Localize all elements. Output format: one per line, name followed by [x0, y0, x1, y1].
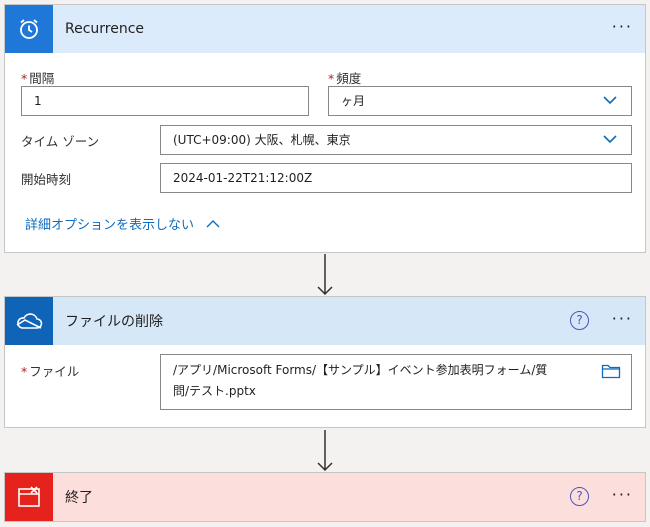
terminate-card: 終了 ? ··· [4, 472, 646, 522]
file-label: * ファイル [21, 364, 80, 379]
delete-file-card: ファイルの削除 ? ··· * ファイル /アプリ/Microsoft Forms… [4, 296, 646, 428]
hide-advanced-options-link[interactable]: 詳細オプションを表示しない [25, 214, 220, 233]
recurrence-title: Recurrence [65, 21, 145, 37]
start-time-input[interactable]: 2024-01-22T21:12:00Z [160, 163, 632, 193]
help-icon[interactable]: ? [570, 487, 589, 506]
recurrence-header[interactable]: Recurrence ··· [5, 5, 645, 53]
onedrive-cloud-icon [5, 297, 53, 345]
file-path-line: /アプリ/Microsoft Forms/【サンプル】イベント参加表明フォーム/… [173, 363, 548, 377]
more-options-button[interactable]: ··· [612, 487, 633, 503]
timezone-label: タイム ゾーン [21, 134, 100, 149]
chevron-up-icon [206, 220, 220, 228]
file-input[interactable]: /アプリ/Microsoft Forms/【サンプル】イベント参加表明フォーム/… [160, 354, 632, 410]
interval-input[interactable]: 1 [21, 86, 309, 116]
more-options-button[interactable]: ··· [612, 311, 633, 327]
frequency-value: ヶ月 [341, 94, 366, 108]
advanced-link-text: 詳細オプションを表示しない [25, 218, 195, 233]
chevron-down-icon [603, 135, 617, 144]
frequency-dropdown[interactable]: ヶ月 [328, 86, 632, 116]
delete-file-title: ファイルの削除 [65, 314, 163, 330]
recurrence-card: Recurrence ··· * 間隔 1 * 頻度 ヶ月 タイム ゾーン (UTC… [4, 4, 646, 253]
terminate-header[interactable]: 終了 ? ··· [5, 473, 645, 521]
frequency-label: * 頻度 [328, 71, 362, 86]
folder-icon[interactable] [601, 363, 621, 379]
flow-arrow-icon [317, 254, 333, 296]
timezone-dropdown[interactable]: (UTC+09:00) 大阪、札幌、東京 [160, 125, 632, 155]
interval-label: * 間隔 [21, 71, 55, 86]
alarm-clock-icon [5, 5, 53, 53]
more-options-button[interactable]: ··· [612, 19, 633, 35]
delete-file-header[interactable]: ファイルの削除 ? ··· [5, 297, 645, 345]
file-path-line: 問/テスト.pptx [173, 384, 256, 398]
timezone-value: (UTC+09:00) 大阪、札幌、東京 [173, 133, 351, 147]
terminate-icon [5, 473, 53, 521]
flow-arrow-icon [317, 430, 333, 472]
chevron-down-icon [603, 96, 617, 105]
help-icon[interactable]: ? [570, 311, 589, 330]
terminate-title: 終了 [65, 490, 93, 506]
start-time-label: 開始時刻 [21, 172, 72, 187]
